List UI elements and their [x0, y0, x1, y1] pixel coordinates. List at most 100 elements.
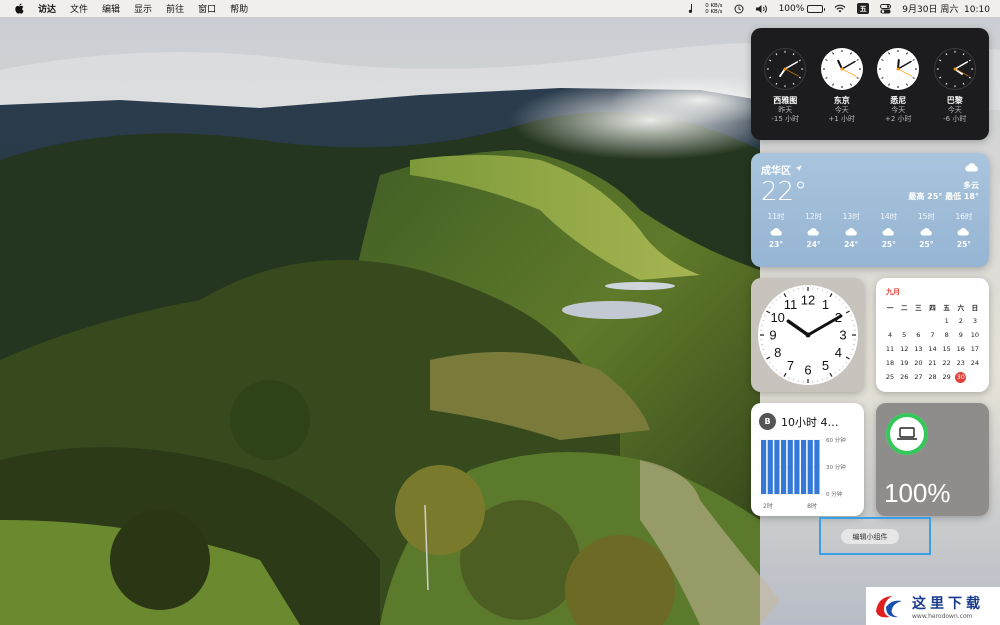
world-clock-offset: -15 小时	[771, 115, 800, 123]
clock-face-icon	[933, 48, 976, 90]
stocks-icon[interactable]: 五	[857, 3, 870, 14]
time-machine-icon[interactable]	[734, 4, 744, 14]
volume-icon[interactable]	[755, 4, 768, 14]
clock-number: 7	[786, 358, 793, 373]
calendar-month: 九月	[886, 288, 900, 296]
world-clock-day: 今天	[891, 106, 906, 114]
calendar-day: 8	[944, 331, 949, 339]
calendar-day: 9	[958, 331, 963, 339]
cloudy-icon	[965, 162, 979, 174]
edit-widgets-button[interactable]: 编辑小组件	[841, 529, 899, 544]
calendar-day: 28	[928, 373, 937, 381]
control-center-icon[interactable]	[880, 3, 892, 14]
menu-edit[interactable]: 编辑	[102, 2, 120, 15]
weather-location: 成华区	[761, 162, 807, 177]
usage-bar	[794, 440, 800, 494]
clock-face-icon	[820, 48, 863, 90]
usage-bar	[774, 440, 780, 494]
calendar-day: 4	[888, 331, 893, 339]
wifi-icon[interactable]	[834, 4, 846, 13]
forecast-hour-temp: 24°	[844, 240, 859, 249]
menu-view[interactable]: 显示	[134, 2, 152, 15]
calendar-day: 14	[928, 345, 937, 353]
cloudy-icon	[920, 227, 933, 237]
menu-app-name[interactable]: 访达	[38, 2, 56, 15]
calendar-day: 23	[956, 359, 965, 367]
battery-icon	[807, 4, 826, 13]
world-clock-offset: -6 小时	[943, 115, 967, 123]
cloudy-icon	[845, 227, 858, 237]
calendar-blank	[883, 316, 897, 326]
usage-bar	[767, 440, 773, 494]
menu-help[interactable]: 帮助	[230, 2, 248, 15]
screen-time-widget[interactable]: B 10小时 4… 60 分钟 30 分钟 0 分钟 2时 8时	[751, 403, 864, 516]
calendar-widget[interactable]: 九月 一二三四五六日 1 2 3 4 5 6 7 8 9 10 11 12 13 14 15 16 17 18 19 2…	[876, 278, 989, 392]
usage-bar	[787, 440, 793, 494]
calendar-day: 10	[970, 331, 980, 339]
battery-status[interactable]: 100%	[779, 4, 826, 14]
net-down-text: 0 KB/s	[705, 8, 723, 15]
weekday-label: 四	[929, 304, 936, 312]
world-clock-widget[interactable]: 西雅图 昨天 -15 小时 东京 今天 +1 小时 悉尼 今天 +2 小时 巴黎 今天 -6 小时	[751, 28, 989, 140]
world-clock-offset: +2 小时	[884, 115, 912, 123]
clock-number: 1	[821, 297, 828, 312]
forecast-hour: 12时 24°	[801, 211, 827, 249]
screen-time-total: 10小时 4…	[781, 415, 839, 429]
weekday-label: 六	[957, 304, 965, 312]
calendar-day: 26	[900, 373, 909, 381]
location-arrow-icon	[795, 164, 802, 175]
usage-bar	[814, 440, 820, 494]
menu-datetime[interactable]: 9月30日 周六 10:10	[902, 2, 990, 15]
network-speed[interactable]: 0 KB/s 0 KB/s	[705, 3, 722, 15]
apple-logo-icon[interactable]	[12, 3, 26, 14]
forecast-hour-label: 14时	[880, 212, 898, 221]
usage-bar	[801, 440, 807, 494]
analog-clock-widget[interactable]: 121234567891011	[751, 278, 864, 392]
menu-go[interactable]: 前往	[166, 2, 184, 15]
world-clock-day: 今天	[947, 106, 962, 114]
world-clock-name: 东京	[833, 96, 850, 105]
weather-widget[interactable]: 成华区 22° 多云 最高 25° 最低 18° 11时 23° 12时 24° 1…	[751, 153, 989, 267]
calendar-day: 21	[928, 359, 937, 367]
calendar-day: 3	[972, 317, 977, 325]
world-clock-city: 巴黎 今天 -6 小时	[929, 48, 981, 140]
clock-number: 12	[800, 293, 814, 308]
watermark-url: www.herodown.com	[912, 612, 973, 620]
calendar-day: 11	[885, 345, 895, 353]
weather-condition: 多云	[963, 181, 979, 190]
world-clock-name: 巴黎	[946, 96, 963, 105]
calendar-day: 16	[956, 345, 965, 353]
weekday-label: 三	[915, 304, 922, 312]
cloudy-icon	[807, 227, 820, 237]
battery-widget[interactable]: 100%	[876, 403, 989, 516]
music-icon[interactable]	[688, 3, 694, 14]
watermark: 这里下载 www.herodown.com	[866, 587, 1000, 625]
menu-window[interactable]: 窗口	[198, 2, 216, 15]
forecast-hour: 15时 25°	[913, 211, 939, 249]
forecast-hour-temp: 25°	[919, 240, 934, 249]
world-clock-offset: +1 小时	[828, 115, 856, 123]
forecast-hour: 14时 25°	[876, 211, 902, 249]
calendar-day: 15	[942, 345, 951, 353]
world-clock-city: 东京 今天 +1 小时	[816, 48, 868, 140]
weekday-label: 二	[900, 304, 908, 312]
usage-bar	[761, 440, 767, 494]
menu-file[interactable]: 文件	[70, 2, 88, 15]
watermark-title: 这里下载	[912, 595, 984, 612]
calendar-day: 18	[885, 359, 895, 367]
calendar-day: 19	[900, 359, 909, 367]
calendar-day: 5	[902, 331, 907, 339]
calendar-day: 20	[914, 359, 923, 367]
calendar-blank	[925, 316, 939, 326]
clock-number: 10	[770, 310, 784, 325]
battery-percent: 100%	[884, 478, 951, 508]
y-axis-label: 0 分钟	[826, 490, 843, 498]
screen-time-x-axis: 2时 8时	[759, 501, 821, 510]
world-clock-day: 昨天	[778, 106, 793, 114]
forecast-hour-label: 13时	[842, 212, 860, 221]
clock-center	[805, 332, 810, 338]
weather-location-text: 成华区	[761, 166, 791, 177]
forecast-hour-temp: 24°	[806, 240, 821, 249]
calendar-day: 17	[970, 345, 980, 353]
calendar-day: 29	[942, 373, 951, 381]
